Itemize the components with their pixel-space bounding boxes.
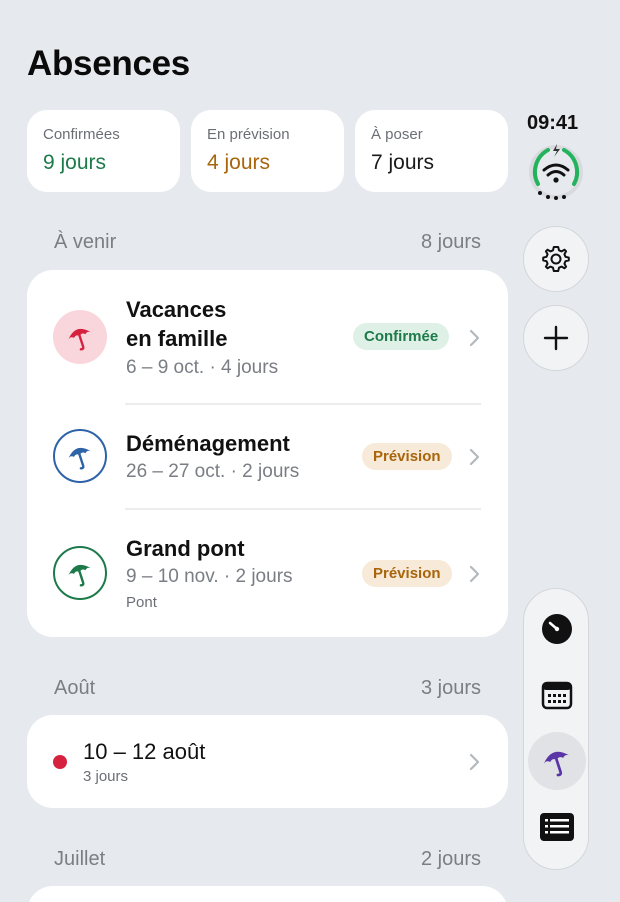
umbrella-icon bbox=[53, 546, 107, 600]
plus-icon bbox=[543, 325, 569, 351]
nav-calendar[interactable] bbox=[528, 666, 586, 724]
chevron-right-icon bbox=[469, 565, 480, 583]
page-title: Absences bbox=[27, 44, 190, 83]
summary-value: 9 jours bbox=[43, 151, 107, 174]
section-label: À venir bbox=[54, 231, 117, 253]
chevron-right-icon bbox=[469, 448, 480, 466]
summary-value: 4 jours bbox=[207, 151, 271, 174]
august-card[interactable]: 10 – 12 août 3 jours bbox=[27, 715, 508, 808]
umbrella-icon bbox=[543, 751, 570, 777]
absence-dates: 9 – 10 nov. · 2 jours bbox=[126, 566, 293, 587]
section-label: Juillet bbox=[54, 848, 106, 870]
absence-sub: 3 jours bbox=[83, 768, 129, 785]
calendar-icon bbox=[541, 681, 573, 710]
section-upcoming-header: À venir 8 jours bbox=[54, 231, 481, 254]
chevron-right-icon bbox=[469, 329, 480, 347]
nav-dashboard[interactable] bbox=[528, 600, 586, 658]
summary-value: 7 jours bbox=[371, 151, 435, 174]
add-button[interactable] bbox=[523, 305, 589, 371]
section-july-header: Juillet 2 jours bbox=[54, 848, 481, 871]
dashboard-icon bbox=[542, 614, 572, 644]
absence-row[interactable]: Vacances en famille 6 – 9 oct. · 4 jours… bbox=[27, 270, 508, 404]
upcoming-card: Vacances en famille 6 – 9 oct. · 4 jours… bbox=[27, 270, 508, 637]
chevron-right-icon bbox=[469, 753, 480, 771]
absence-row[interactable]: Déménagement 26 – 27 oct. · 2 jours Prév… bbox=[27, 404, 508, 508]
section-august-header: Août 3 jours bbox=[54, 677, 481, 700]
summary-label: À poser bbox=[371, 126, 423, 143]
section-total: 3 jours bbox=[420, 677, 481, 699]
section-total: 8 jours bbox=[420, 231, 481, 253]
gear-icon bbox=[542, 246, 570, 272]
absence-title: 10 – 12 août bbox=[83, 739, 206, 764]
section-total: 2 jours bbox=[420, 848, 481, 870]
status-dot bbox=[53, 755, 67, 769]
absence-title-line2: en famille bbox=[126, 326, 228, 351]
umbrella-icon bbox=[53, 429, 107, 483]
settings-button[interactable] bbox=[523, 226, 589, 292]
summary-label: En prévision bbox=[207, 126, 290, 143]
status-badge: Confirmée bbox=[353, 323, 450, 350]
status-badge: Prévision bbox=[362, 443, 452, 470]
absence-note: Pont bbox=[126, 594, 157, 611]
nav-absences[interactable] bbox=[528, 732, 586, 790]
status-badge: Prévision bbox=[362, 560, 452, 587]
status-time: 09:41 bbox=[527, 112, 579, 134]
absence-title: Déménagement bbox=[126, 431, 290, 456]
nav-rail bbox=[523, 588, 589, 870]
summary-cards: Confirmées 9 jours En prévision 4 jours … bbox=[27, 110, 508, 192]
summary-label: Confirmées bbox=[43, 126, 120, 143]
absence-title: Grand pont bbox=[126, 536, 245, 561]
absence-title: Vacances bbox=[126, 297, 227, 322]
summary-planned[interactable]: En prévision 4 jours bbox=[191, 110, 344, 192]
july-card[interactable] bbox=[27, 886, 508, 902]
nav-list[interactable] bbox=[528, 798, 586, 856]
section-label: Août bbox=[54, 677, 96, 699]
absence-row[interactable]: Grand pont 9 – 10 nov. · 2 jours Pont Pr… bbox=[27, 508, 508, 637]
wifi-icon bbox=[529, 144, 583, 200]
umbrella-icon bbox=[53, 310, 107, 364]
absence-dates: 6 – 9 oct. · 4 jours bbox=[126, 357, 279, 378]
absence-dates: 26 – 27 oct. · 2 jours bbox=[126, 461, 300, 482]
summary-confirmed[interactable]: Confirmées 9 jours bbox=[27, 110, 180, 192]
list-icon bbox=[540, 813, 574, 841]
summary-remaining[interactable]: À poser 7 jours bbox=[355, 110, 508, 192]
